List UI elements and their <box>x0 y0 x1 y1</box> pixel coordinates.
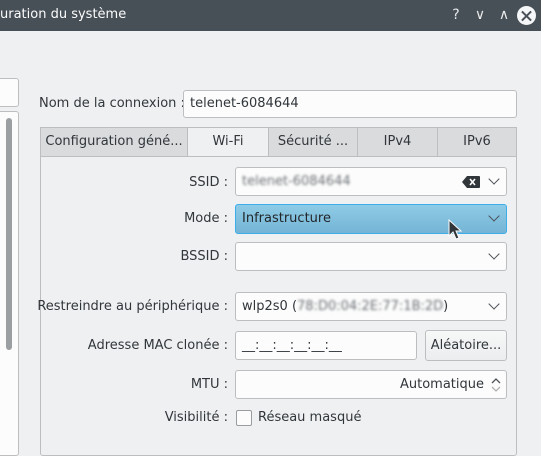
cloned-mac-input[interactable]: __:__:__:__:__:__ <box>235 331 417 360</box>
ssid-label: SSID : <box>189 175 228 190</box>
tab-security[interactable]: Sécurité ... <box>268 127 358 157</box>
tab-ipv4[interactable]: IPv4 <box>357 127 438 157</box>
minimize-button[interactable]: ∨ <box>470 5 490 25</box>
restrict-device-prefix: wlp2s0 ( <box>242 299 298 314</box>
window-title: uration du système <box>0 7 127 22</box>
maximize-button[interactable]: ∧ <box>494 5 514 25</box>
cloned-mac-label: Adresse MAC clonée : <box>87 338 228 353</box>
help-button[interactable]: ? <box>446 5 466 25</box>
random-mac-button[interactable]: Aléatoire... <box>425 330 507 361</box>
chevron-down-icon <box>488 210 500 222</box>
connection-name-label: Nom de la connexion : <box>39 96 185 111</box>
window-titlebar: uration du système ? ∨ ∧ <box>0 0 541 31</box>
hidden-network-label[interactable]: Réseau masqué <box>258 410 361 425</box>
chevron-down-icon <box>488 248 500 260</box>
clear-text-icon[interactable] <box>462 176 480 188</box>
ssid-combobox[interactable]: telenet-6084644 <box>235 167 507 196</box>
restrict-device-combobox[interactable]: wlp2s0 (78:D0:04:2E:77:1B:2D) <box>235 292 507 321</box>
connection-list-scrollbar[interactable] <box>6 118 12 350</box>
mouse-pointer-icon <box>448 219 462 240</box>
mtu-value: Automatique <box>399 377 484 392</box>
tab-ipv6[interactable]: IPv6 <box>437 127 517 157</box>
tab-wifi[interactable]: Wi-Fi <box>187 127 269 158</box>
connection-name-input[interactable]: telenet-6084644 <box>183 90 517 118</box>
chevron-down-icon <box>488 298 500 310</box>
tab-general-config[interactable]: Configuration géné... <box>40 127 188 157</box>
ssid-value: telenet-6084644 <box>242 174 351 189</box>
restrict-device-suffix: ) <box>443 299 449 314</box>
spin-arrows-icon[interactable] <box>491 375 501 395</box>
mode-label: Mode : <box>184 211 228 226</box>
visibility-label: Visibilité : <box>164 410 228 425</box>
close-button[interactable] <box>517 6 536 25</box>
restrict-device-label: Restreindre au périphérique : <box>37 299 228 314</box>
restrict-device-mac: 78:D0:04:2E:77:1B:2D <box>297 299 444 314</box>
connection-search-input[interactable] <box>0 78 19 107</box>
mtu-label: MTU : <box>190 377 228 392</box>
hidden-network-checkbox[interactable] <box>236 410 252 426</box>
mode-combobox[interactable]: Infrastructure <box>235 204 507 234</box>
settings-tabs: Configuration géné... Wi-Fi Sécurité ...… <box>40 127 517 158</box>
mode-value: Infrastructure <box>242 211 331 226</box>
chevron-down-icon <box>488 173 500 185</box>
mtu-spinbox[interactable]: Automatique <box>235 370 507 399</box>
bssid-label: BSSID : <box>180 249 228 264</box>
bssid-combobox[interactable] <box>235 242 507 271</box>
